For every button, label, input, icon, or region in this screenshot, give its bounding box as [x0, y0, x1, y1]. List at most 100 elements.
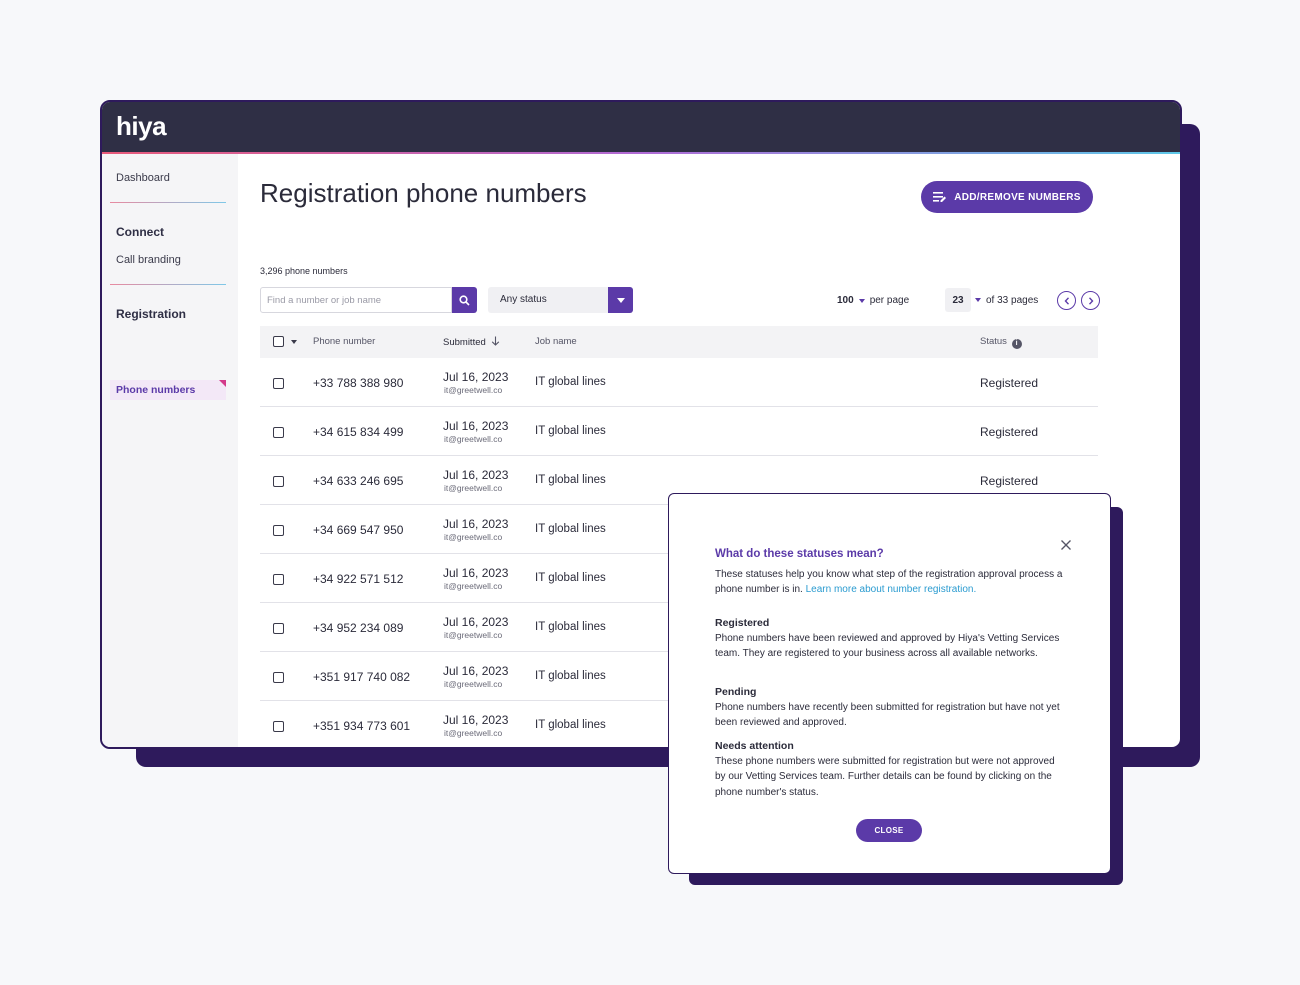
- row-submitted-email: it@greetwell.co: [444, 434, 503, 444]
- row-submitted-date: Jul 16, 2023: [443, 468, 509, 482]
- row-phone-number[interactable]: +34 922 571 512: [313, 572, 403, 586]
- row-phone-number[interactable]: +34 952 234 089: [313, 621, 403, 635]
- per-page-selector[interactable]: 100 per page: [837, 295, 909, 306]
- row-status[interactable]: Registered: [980, 425, 1038, 439]
- previous-page-button[interactable]: [1057, 291, 1076, 310]
- search-input[interactable]: Find a number or job name: [260, 287, 452, 313]
- sidebar-heading-registration: Registration: [116, 307, 187, 321]
- section-heading-registered: Registered: [715, 617, 770, 629]
- chevron-left-icon: [1064, 296, 1069, 305]
- row-submitted-date: Jul 16, 2023: [443, 419, 509, 433]
- section-heading-pending: Pending: [715, 686, 757, 698]
- table-row[interactable]: +33 788 388 980 Jul 16, 2023 it@greetwel…: [260, 358, 1098, 407]
- top-bar: hiya: [102, 102, 1180, 152]
- section-heading-needs-attention: Needs attention: [715, 740, 794, 752]
- row-checkbox[interactable]: [273, 623, 284, 634]
- select-all-checkbox[interactable]: [273, 336, 284, 347]
- row-phone-number[interactable]: +33 788 388 980: [313, 376, 403, 390]
- row-phone-number[interactable]: +34 633 246 695: [313, 474, 403, 488]
- total-pages-label: of 33 pages: [986, 295, 1039, 306]
- row-submitted-email: it@greetwell.co: [444, 385, 503, 395]
- chevron-down-icon: [858, 298, 865, 303]
- row-checkbox[interactable]: [273, 721, 284, 732]
- row-status[interactable]: Registered: [980, 376, 1038, 390]
- row-submitted-date: Jul 16, 2023: [443, 517, 509, 531]
- column-header-submitted-label: Submitted: [443, 337, 486, 348]
- active-indicator: [219, 380, 226, 387]
- row-job-name: IT global lines: [535, 376, 606, 388]
- sidebar: Dashboard Connect Call branding Registra…: [102, 154, 238, 747]
- modal-intro: These statuses help you know what step o…: [715, 567, 1065, 597]
- row-submitted-email: it@greetwell.co: [444, 679, 503, 689]
- search-button[interactable]: [452, 287, 477, 313]
- per-page-value: 100: [837, 295, 854, 306]
- column-header-status: Status i: [980, 336, 1022, 349]
- section-body-needs-attention: These phone numbers were submitted for r…: [715, 756, 1055, 798]
- info-icon[interactable]: i: [1011, 339, 1022, 349]
- status-filter-select[interactable]: Any status: [488, 287, 608, 313]
- close-icon[interactable]: [1059, 538, 1073, 552]
- sidebar-heading-connect: Connect: [116, 225, 164, 239]
- status-filter-dropdown-button[interactable]: [608, 287, 633, 313]
- row-submitted-date: Jul 16, 2023: [443, 713, 509, 727]
- chevron-down-icon: [975, 298, 981, 302]
- row-phone-number[interactable]: +351 934 773 601: [313, 719, 410, 733]
- add-remove-numbers-label: ADD/REMOVE NUMBERS: [954, 191, 1081, 203]
- sidebar-divider: [110, 284, 226, 285]
- row-checkbox[interactable]: [273, 427, 284, 438]
- row-checkbox[interactable]: [273, 476, 284, 487]
- sidebar-item-phone-numbers[interactable]: Phone numbers: [110, 380, 226, 400]
- hiya-logo[interactable]: hiya: [116, 111, 167, 142]
- row-phone-number[interactable]: +34 669 547 950: [313, 523, 403, 537]
- row-submitted-email: it@greetwell.co: [444, 483, 503, 493]
- row-checkbox[interactable]: [273, 574, 284, 585]
- sidebar-item-dashboard[interactable]: Dashboard: [116, 172, 170, 184]
- chevron-right-icon: [1088, 296, 1093, 305]
- close-button[interactable]: CLOSE: [856, 819, 922, 842]
- row-submitted-date: Jul 16, 2023: [443, 370, 509, 384]
- search-icon: [459, 294, 470, 306]
- sort-arrow-down-icon: [492, 336, 500, 346]
- row-submitted-email: it@greetwell.co: [444, 728, 503, 738]
- section-body-pending: Phone numbers have recently been submitt…: [715, 702, 1060, 729]
- sidebar-item-label: Phone numbers: [116, 384, 196, 396]
- row-phone-number[interactable]: +351 917 740 082: [313, 670, 410, 684]
- list-edit-icon: [933, 192, 947, 202]
- next-page-button[interactable]: [1081, 291, 1100, 310]
- sidebar-divider: [110, 202, 226, 203]
- section-body-registered: Phone numbers have been reviewed and app…: [715, 633, 1060, 660]
- sidebar-item-call-branding[interactable]: Call branding: [116, 254, 181, 266]
- row-phone-number[interactable]: +34 615 834 499: [313, 425, 403, 439]
- chevron-down-icon: [616, 297, 625, 303]
- column-header-job: Job name: [535, 336, 577, 347]
- status-info-modal: What do these statuses mean? These statu…: [668, 493, 1111, 874]
- modal-title: What do these statuses mean?: [715, 548, 884, 560]
- row-submitted-date: Jul 16, 2023: [443, 566, 509, 580]
- row-checkbox[interactable]: [273, 525, 284, 536]
- row-submitted-email: it@greetwell.co: [444, 532, 503, 542]
- row-submitted-date: Jul 16, 2023: [443, 664, 509, 678]
- add-remove-numbers-button[interactable]: ADD/REMOVE NUMBERS: [921, 181, 1093, 213]
- row-submitted-email: it@greetwell.co: [444, 581, 503, 591]
- row-job-name: IT global lines: [535, 719, 606, 731]
- row-status[interactable]: Registered: [980, 474, 1038, 488]
- row-job-name: IT global lines: [535, 523, 606, 535]
- column-header-status-label: Status: [980, 336, 1007, 347]
- page-title: Registration phone numbers: [260, 178, 587, 208]
- table-row[interactable]: +34 615 834 499 Jul 16, 2023 it@greetwel…: [260, 407, 1098, 456]
- phone-number-count: 3,296 phone numbers: [260, 266, 348, 276]
- row-job-name: IT global lines: [535, 621, 606, 633]
- learn-more-link[interactable]: Learn more about number registration.: [806, 584, 977, 595]
- column-header-phone: Phone number: [313, 336, 376, 347]
- row-checkbox[interactable]: [273, 672, 284, 683]
- row-submitted-email: it@greetwell.co: [444, 630, 503, 640]
- column-header-submitted[interactable]: Submitted: [443, 336, 500, 348]
- row-job-name: IT global lines: [535, 572, 606, 584]
- table-header: Phone number Submitted Job name Status i: [260, 326, 1098, 358]
- per-page-label: per page: [869, 295, 910, 306]
- row-submitted-date: Jul 16, 2023: [443, 615, 509, 629]
- chevron-down-icon[interactable]: [291, 340, 297, 344]
- current-page-select[interactable]: 23: [945, 288, 971, 312]
- row-checkbox[interactable]: [273, 378, 284, 389]
- row-job-name: IT global lines: [535, 425, 606, 437]
